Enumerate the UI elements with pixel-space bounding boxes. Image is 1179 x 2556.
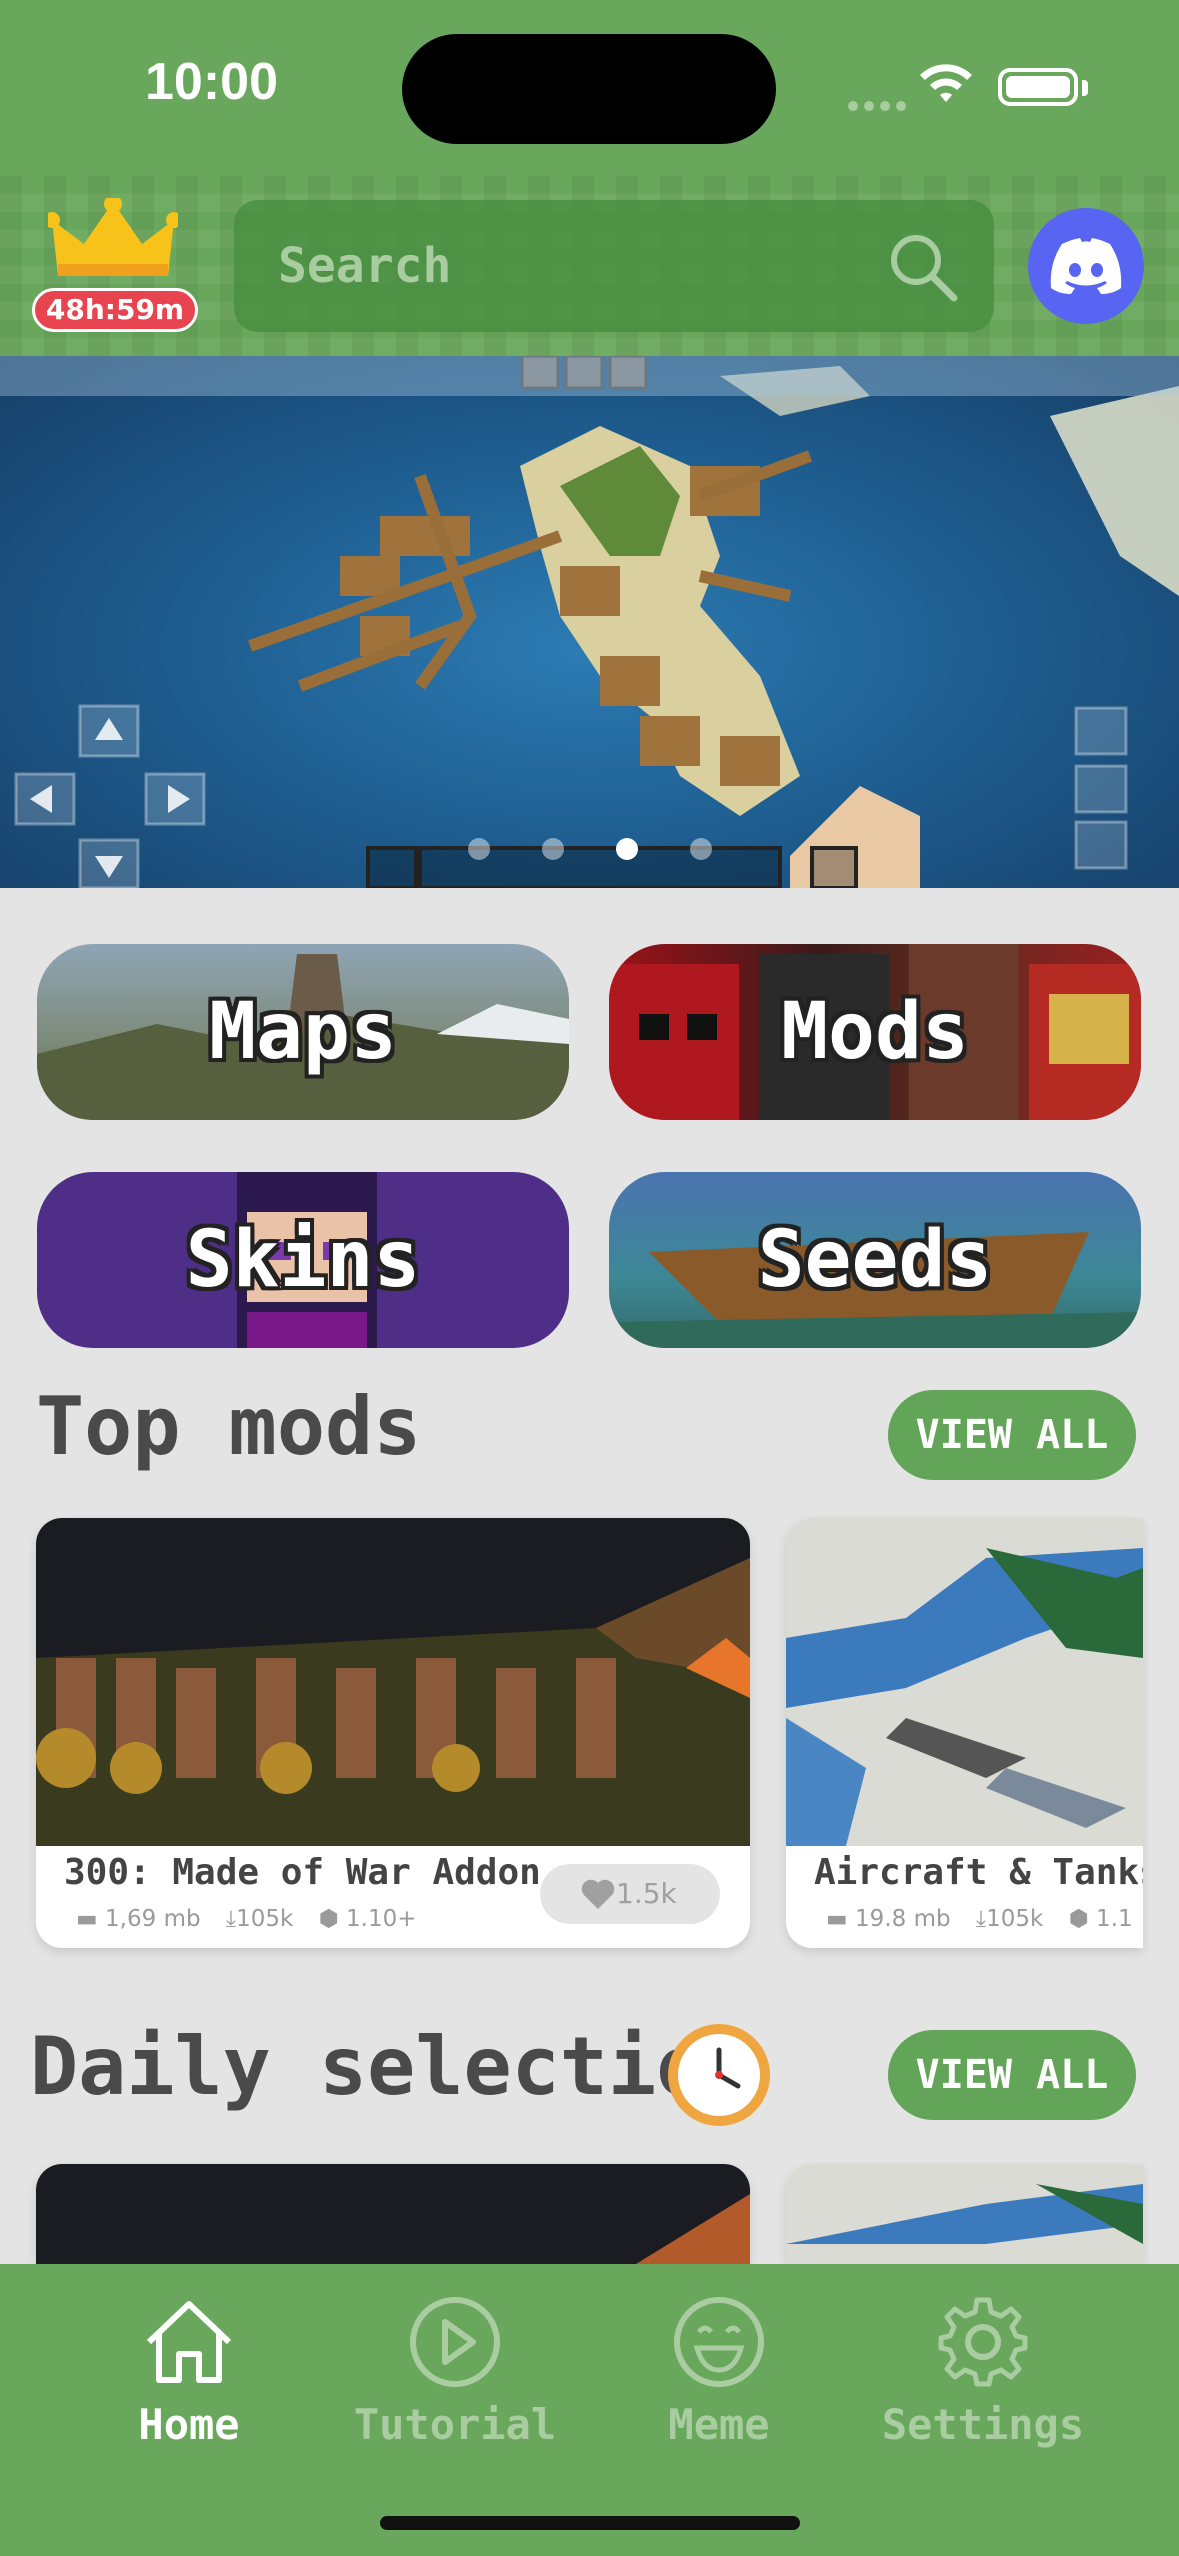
premium-timer-badge[interactable]: 48h:59m — [32, 288, 198, 332]
page-dot-active[interactable] — [615, 838, 638, 860]
discord-button[interactable] — [1028, 208, 1144, 324]
tab-tutorial-label: Tutorial — [353, 2400, 557, 2449]
crown-icon[interactable] — [48, 198, 178, 288]
page-dot[interactable] — [467, 838, 490, 860]
category-seeds-label: Seeds — [757, 1215, 993, 1305]
mod-card-title: 300: Made of War Addon — [64, 1852, 541, 1893]
dynamic-island — [402, 34, 776, 144]
mod-card-image — [786, 1518, 1143, 1846]
status-bar: 10:00 — [0, 0, 1179, 176]
home-indicator[interactable] — [380, 2516, 800, 2530]
category-mods-label: Mods — [781, 987, 969, 1077]
battery-tip — [1082, 80, 1088, 96]
tab-settings-label: Settings — [881, 2400, 1085, 2449]
discord-icon — [1050, 238, 1122, 294]
top-mods-title: Top mods — [36, 1380, 422, 1473]
cube-icon: ⬢ — [1068, 1906, 1089, 1932]
banner-image — [14, 356, 1179, 888]
mod-card[interactable]: Aircraft & Tanks ▬ 19.8 mb ⤓105k ⬢ 1.1 — [786, 1518, 1143, 1948]
folder-icon: ▬ — [76, 1906, 98, 1932]
tab-settings[interactable]: Settings — [873, 2292, 1093, 2449]
tab-home[interactable]: Home — [79, 2292, 299, 2449]
category-maps-button[interactable]: Maps — [37, 944, 569, 1120]
download-icon: ⤓ — [225, 1906, 237, 1932]
featured-banner[interactable] — [0, 356, 1179, 888]
banner-page-indicator — [0, 838, 1179, 864]
mod-size: 1,69 mb — [105, 1906, 201, 1932]
mod-card-meta: ▬ 1,69 mb ⤓105k ⬢ 1.10+ — [76, 1906, 435, 1932]
category-seeds-button[interactable]: Seeds — [609, 1172, 1141, 1348]
mod-card-title: Aircraft & Tanks — [814, 1852, 1143, 1893]
daily-selection-title: Daily selection — [30, 2020, 753, 2113]
tab-meme-label: Meme — [668, 2400, 770, 2449]
daily-card-image — [36, 2164, 750, 2264]
daily-card-image — [786, 2164, 1143, 2264]
page-dot[interactable] — [689, 838, 712, 860]
mod-downloads: 105k — [236, 1906, 294, 1932]
status-time: 10:00 — [145, 53, 278, 111]
top-mods-view-all-button[interactable]: VIEW ALL — [888, 1390, 1136, 1480]
cellular-signal-icon — [848, 96, 912, 115]
mod-version: 1.1 — [1096, 1906, 1133, 1932]
category-maps-label: Maps — [209, 987, 397, 1077]
like-count: 1.5k — [616, 1877, 677, 1910]
tab-meme[interactable]: Meme — [609, 2292, 829, 2449]
clock-icon — [668, 2024, 770, 2126]
like-button[interactable]: 1.5k — [540, 1864, 720, 1924]
daily-card[interactable] — [36, 2164, 750, 2264]
category-mods-button[interactable]: Mods — [609, 944, 1141, 1120]
wifi-icon — [920, 64, 972, 102]
category-skins-button[interactable]: Skins — [37, 1172, 569, 1348]
daily-selection-view-all-button[interactable]: VIEW ALL — [888, 2030, 1136, 2120]
search-icon[interactable] — [884, 228, 960, 304]
mod-downloads: 105k — [986, 1906, 1044, 1932]
folder-icon: ▬ — [826, 1906, 848, 1932]
tab-home-label: Home — [138, 2400, 240, 2449]
tab-tutorial[interactable]: Tutorial — [345, 2292, 565, 2449]
smile-icon — [674, 2297, 764, 2387]
mod-card-image — [36, 1518, 750, 1846]
home-icon — [146, 2301, 232, 2383]
gear-icon — [938, 2297, 1028, 2387]
category-skins-label: Skins — [185, 1215, 421, 1305]
search-bar[interactable]: Search — [234, 200, 994, 332]
mod-card[interactable]: 300: Made of War Addon ▬ 1,69 mb ⤓105k ⬢… — [36, 1518, 750, 1948]
search-input[interactable]: Search — [278, 238, 451, 294]
heart-icon — [581, 1879, 615, 1909]
daily-card[interactable] — [786, 2164, 1143, 2264]
mod-version: 1.10+ — [346, 1906, 417, 1932]
app-header: 48h:59m Search — [0, 176, 1179, 356]
cube-icon: ⬢ — [318, 1906, 339, 1932]
play-icon — [410, 2297, 500, 2387]
bottom-tab-bar: Home Tutorial Meme Settings — [0, 2264, 1179, 2556]
mod-card-meta: ▬ 19.8 mb ⤓105k ⬢ 1.1 — [826, 1906, 1143, 1932]
banner-sky — [0, 356, 1179, 396]
mod-size: 19.8 mb — [855, 1906, 951, 1932]
download-icon: ⤓ — [975, 1906, 987, 1932]
page-dot[interactable] — [541, 838, 564, 860]
battery-icon — [998, 68, 1078, 106]
